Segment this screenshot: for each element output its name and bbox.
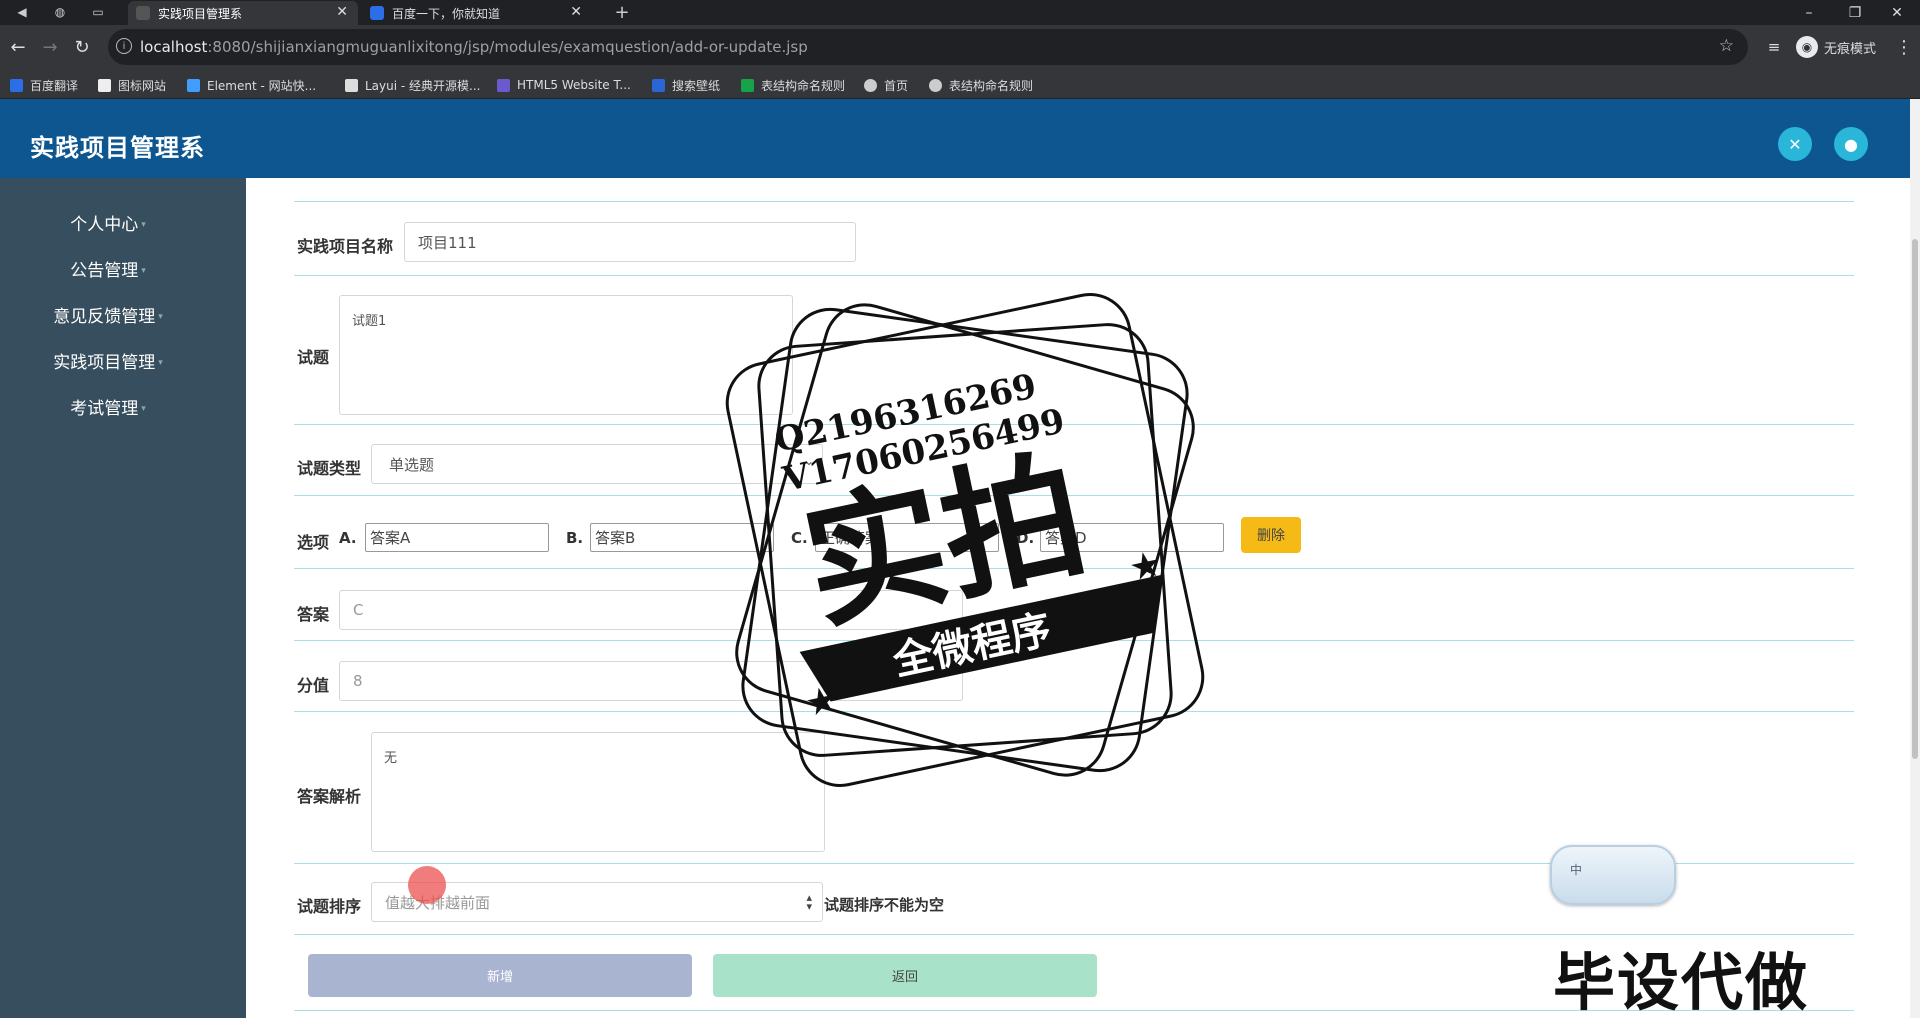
restore-icon[interactable]: ❐: [1832, 0, 1878, 25]
bookmark-item[interactable]: Element - 网站快...: [187, 76, 316, 94]
caret-icon: ▾: [158, 312, 163, 322]
reading-list-icon[interactable]: ≡: [1762, 35, 1786, 59]
sort-error-message: 试题排序不能为空: [824, 896, 945, 914]
project-name-field[interactable]: 项目111: [404, 222, 856, 262]
element-icon: [187, 78, 200, 92]
sidebar-item-personal-center[interactable]: 个人中心 ▾: [0, 210, 216, 235]
bookmark-item[interactable]: 首页: [864, 76, 908, 94]
tab-baidu[interactable]: 百度一下，你就知道 ✕: [362, 1, 592, 25]
option-b-label: B.: [566, 529, 584, 547]
stepper-icon[interactable]: ▴ ▾: [806, 892, 812, 912]
html5-icon: [497, 78, 510, 92]
new-tab-button[interactable]: +: [612, 2, 632, 23]
delete-option-button[interactable]: 删除: [1241, 517, 1301, 553]
caret-icon: ▾: [141, 404, 146, 414]
bookmark-star-icon[interactable]: ☆: [1719, 36, 1734, 56]
score-label: 分值: [297, 676, 330, 695]
audio-tab-icon[interactable]: ◀: [12, 2, 32, 22]
user-avatar-icon[interactable]: ●: [1834, 127, 1868, 161]
tab-app[interactable]: 实践项目管理系 ✕: [128, 1, 358, 25]
sidebar-item-exam[interactable]: 考试管理 ▾: [0, 394, 216, 419]
bookmark-item[interactable]: 图标网站: [98, 76, 166, 94]
answer-label: 答案: [297, 605, 330, 624]
sheet-icon: [741, 78, 754, 92]
question-label: 试题: [297, 348, 330, 367]
sidebar: 个人中心 ▾ 公告管理 ▾ 意见反馈管理 ▾ 实践项目管理 ▾ 考试管理 ▾: [0, 178, 246, 1018]
minimize-icon[interactable]: –: [1786, 0, 1832, 25]
close-tab-icon[interactable]: ✕: [336, 4, 348, 20]
question-type-label: 试题类型: [297, 459, 362, 478]
address-bar-row: ← → ↻ i localhost:8080/shijianxiangmugua…: [0, 25, 1920, 69]
divider: [294, 275, 1854, 276]
click-highlight: [408, 866, 446, 904]
sort-label: 试题排序: [297, 897, 362, 916]
globe-icon: [929, 78, 942, 92]
app-header: 实践项目管理系 ✕ ●: [0, 99, 1910, 178]
option-a-input[interactable]: 答案A: [365, 523, 549, 552]
caret-icon: ▾: [158, 358, 163, 368]
page-scrollbar[interactable]: [1910, 99, 1920, 1018]
incognito-indicator[interactable]: ◉ 无痕模式: [1796, 35, 1876, 59]
forward-icon[interactable]: →: [38, 35, 62, 59]
globe-icon: [864, 78, 877, 92]
url-path: :8080/shijianxiangmuguanlixitong/jsp/mod…: [207, 38, 808, 56]
bookmark-item[interactable]: 百度翻译: [10, 76, 78, 94]
globe-tab-icon[interactable]: ◍: [50, 2, 70, 22]
sidebar-item-feedback[interactable]: 意见反馈管理 ▾: [0, 302, 216, 327]
caret-icon: ▾: [141, 220, 146, 230]
wallpaper-icon: [652, 78, 665, 92]
bookmark-item[interactable]: Layui - 经典开源模...: [345, 76, 480, 94]
close-tab-icon[interactable]: ✕: [570, 4, 582, 20]
back-icon[interactable]: ←: [6, 35, 30, 59]
app-title: 实践项目管理系: [30, 134, 205, 162]
sidebar-item-project[interactable]: 实践项目管理 ▾: [0, 348, 216, 373]
caret-icon: ▾: [141, 266, 146, 276]
flag-icon: [98, 78, 111, 92]
options-label: 选项: [297, 533, 330, 552]
url-host: localhost: [140, 38, 208, 56]
sidebar-item-notice[interactable]: 公告管理 ▾: [0, 256, 216, 281]
ime-widget[interactable]: 中: [1550, 845, 1676, 905]
layui-icon: [345, 78, 358, 92]
add-button[interactable]: 新增: [308, 954, 692, 997]
back-button[interactable]: 返回: [713, 954, 1097, 997]
blank-tab-icon[interactable]: ▭: [88, 2, 108, 22]
fullscreen-icon[interactable]: ✕: [1778, 127, 1812, 161]
bookmark-item[interactable]: HTML5 Website T...: [497, 76, 631, 94]
close-window-icon[interactable]: ✕: [1874, 0, 1920, 25]
baidu-favicon-icon: [370, 6, 384, 20]
translate-icon: [10, 78, 23, 92]
analysis-label: 答案解析: [297, 787, 362, 806]
bookmark-item[interactable]: 表结构命名规则: [929, 76, 1033, 94]
bookmarks-bar: 百度翻译 图标网站 Element - 网站快... Layui - 经典开源模…: [0, 69, 1920, 99]
divider: [294, 201, 1854, 202]
incognito-icon: ◉: [1796, 36, 1818, 58]
project-name-label: 实践项目名称: [297, 237, 394, 256]
option-a-label: A.: [339, 529, 357, 547]
bookmark-item[interactable]: 搜索壁纸: [652, 76, 720, 94]
reload-icon[interactable]: ↻: [70, 35, 94, 59]
url-field[interactable]: i localhost:8080/shijianxiangmuguanlixit…: [108, 29, 1748, 65]
page-favicon-icon: [136, 6, 150, 20]
menu-icon[interactable]: ⋮: [1892, 35, 1916, 59]
watermark-stamp: Q2196316269 V17060256499 实拍 全微程序 ★ ★: [725, 293, 1205, 787]
bookmark-item[interactable]: 表结构命名规则: [741, 76, 845, 94]
scrollbar-thumb[interactable]: [1912, 239, 1918, 759]
site-info-icon[interactable]: i: [116, 38, 132, 54]
browser-tab-bar: ◀ ◍ ▭ 实践项目管理系 ✕ 百度一下，你就知道 ✕ + – ❐ ✕: [0, 0, 1920, 25]
watermark-text: 毕设代做: [1553, 946, 1810, 1019]
